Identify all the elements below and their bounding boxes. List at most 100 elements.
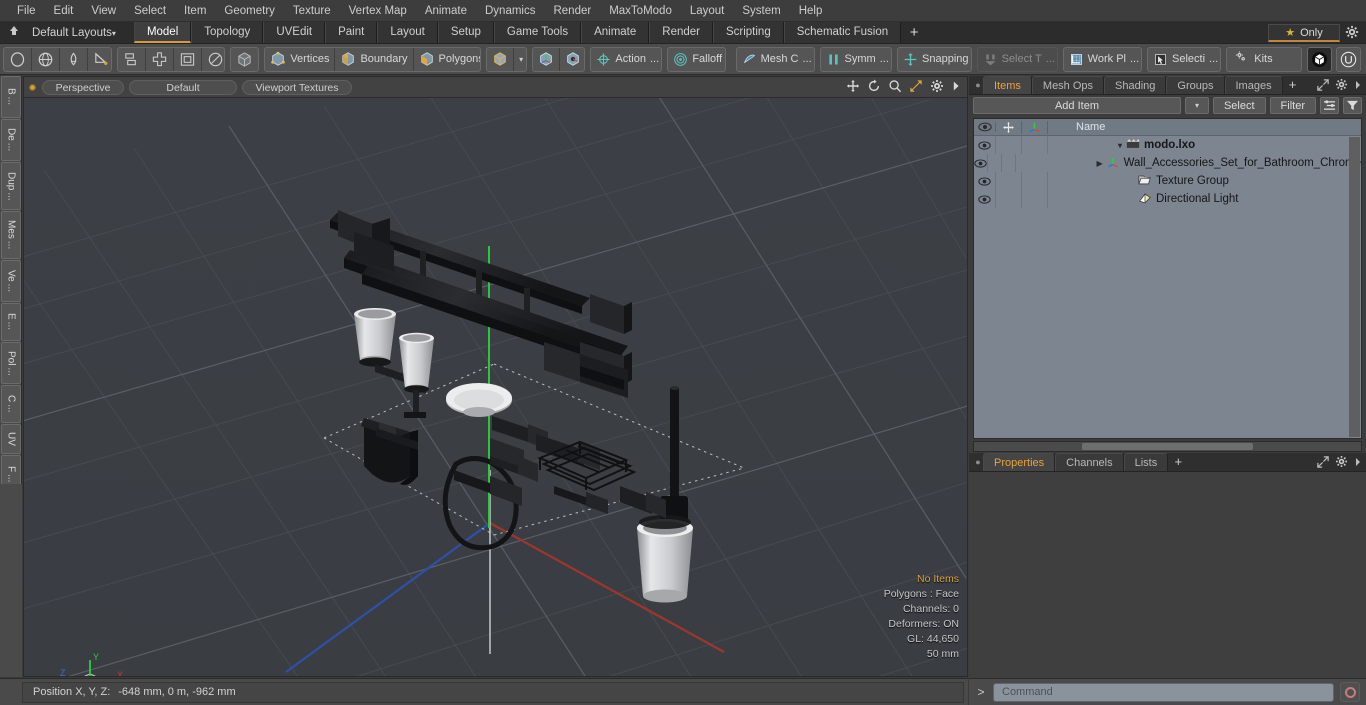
rotate-icon[interactable] xyxy=(867,79,881,93)
left-tab-mesh-edit[interactable]: Mes ... xyxy=(1,211,21,259)
row-transform-cell[interactable] xyxy=(996,190,1022,208)
menu-item-view[interactable]: View xyxy=(82,0,125,22)
work-plane-button[interactable]: Work Pl ... xyxy=(1064,48,1141,71)
left-tab-basic[interactable]: B ... xyxy=(1,76,21,118)
add-item-dropdown[interactable]: ▾ xyxy=(1184,97,1209,114)
viewport-3d-canvas[interactable]: Y X Z No Items Polygons : Face Channels:… xyxy=(24,98,967,676)
menu-item-system[interactable]: System xyxy=(733,0,789,22)
menu-item-layout[interactable]: Layout xyxy=(681,0,734,22)
selection-set-button[interactable]: Selecti ... xyxy=(1148,48,1220,71)
center-axis-icon[interactable] xyxy=(560,48,584,71)
tab-render[interactable]: Render xyxy=(649,22,713,43)
panel-grip-icon[interactable]: ● xyxy=(973,75,983,94)
left-tab-duplicate[interactable]: Dup ... xyxy=(1,162,21,210)
zoom-icon[interactable] xyxy=(888,79,902,93)
row-visibility-toggle[interactable] xyxy=(974,136,996,154)
tab-setup[interactable]: Setup xyxy=(437,22,494,43)
tab-uvedit[interactable]: UVEdit xyxy=(263,22,326,43)
row-transform-cell[interactable] xyxy=(996,136,1022,154)
row-transform-cell[interactable] xyxy=(996,172,1022,190)
mode-vertices-button[interactable]: Vertices xyxy=(265,47,336,71)
mode-boundary-button[interactable]: Boundary xyxy=(335,47,414,71)
menu-item-maxtomodo[interactable]: MaxToModo xyxy=(600,0,681,22)
action-center-button[interactable]: Action ... xyxy=(591,48,661,71)
table-row[interactable]: Directional Light xyxy=(974,190,1361,208)
add-item-button[interactable]: Add Item xyxy=(973,97,1181,114)
item-mode-dropdown[interactable]: ▾ xyxy=(514,48,526,71)
tab-images[interactable]: Images xyxy=(1224,76,1283,94)
row-axis-cell[interactable] xyxy=(1022,190,1048,208)
tab-scripting[interactable]: Scripting xyxy=(712,22,784,43)
table-row[interactable]: Texture Group xyxy=(974,172,1361,190)
circle-icon[interactable] xyxy=(4,47,32,71)
play-arrow-icon[interactable] xyxy=(951,79,961,93)
menu-item-animate[interactable]: Animate xyxy=(416,0,476,22)
layout-selector[interactable]: Default Layouts▾ xyxy=(24,27,124,39)
only-toggle-button[interactable]: ★ Only xyxy=(1268,24,1340,42)
home-icon[interactable] xyxy=(4,25,24,40)
cone-icon[interactable] xyxy=(60,47,88,71)
tree-item-mesh[interactable]: ▶ Wall_Accessories_Set_for_Bathroom_Chro… xyxy=(1016,156,1361,171)
panel-grip-icon[interactable]: ● xyxy=(973,452,983,471)
command-input[interactable]: Command xyxy=(993,682,1334,702)
tree-item-texture-group[interactable]: Texture Group xyxy=(1048,174,1361,189)
menu-item-help[interactable]: Help xyxy=(790,0,832,22)
symmetry-button[interactable]: Symm ... xyxy=(821,48,891,71)
snapping-button[interactable]: Snapping xyxy=(898,48,971,71)
list-options-icon[interactable] xyxy=(1320,97,1339,114)
tab-lists[interactable]: Lists xyxy=(1123,453,1169,471)
add-panel-tab-button[interactable]: + xyxy=(1283,76,1303,94)
tree-item-scene[interactable]: ▾ modo.lxo xyxy=(1048,138,1361,152)
tab-properties[interactable]: Properties xyxy=(983,453,1056,471)
chevron-right-icon[interactable] xyxy=(1354,456,1362,471)
menu-item-texture[interactable]: Texture xyxy=(284,0,340,22)
chevron-right-icon[interactable] xyxy=(1354,79,1362,94)
row-axis-cell[interactable] xyxy=(1022,136,1048,154)
symmetry-axis-icon[interactable] xyxy=(146,47,174,71)
tab-model[interactable]: Model xyxy=(133,22,192,43)
add-tab-button[interactable]: + xyxy=(901,22,927,43)
viewport-style-selector[interactable]: Default xyxy=(129,79,237,95)
unreal-logo-icon[interactable] xyxy=(1335,46,1361,72)
menu-item-geometry[interactable]: Geometry xyxy=(215,0,284,22)
tab-topology[interactable]: Topology xyxy=(191,22,264,43)
gear-icon[interactable] xyxy=(930,79,944,93)
tab-channels[interactable]: Channels xyxy=(1055,453,1124,471)
kits-button[interactable]: Kits xyxy=(1226,46,1302,72)
expand-icon[interactable] xyxy=(1317,455,1329,471)
gear-icon[interactable] xyxy=(1345,25,1361,41)
tab-layout[interactable]: Layout xyxy=(377,22,438,43)
select-button[interactable]: Select xyxy=(1212,97,1266,114)
menu-item-item[interactable]: Item xyxy=(175,0,215,22)
left-tab-deform[interactable]: De ... xyxy=(1,119,21,161)
component-mode-cube-button[interactable] xyxy=(230,46,260,72)
mesh-constraint-button[interactable]: Mesh C ... xyxy=(737,48,814,71)
expand-icon[interactable] xyxy=(1317,78,1329,94)
items-tree-vertical-scrollbar[interactable] xyxy=(1349,137,1360,437)
ellipse-icon[interactable] xyxy=(202,48,225,71)
tab-animate[interactable]: Animate xyxy=(581,22,650,43)
items-tree-horizontal-scrollbar[interactable] xyxy=(973,441,1362,452)
falloff-button[interactable]: Falloff xyxy=(668,48,724,71)
tab-paint[interactable]: Paint xyxy=(325,22,378,43)
left-tab-uv[interactable]: UV xyxy=(1,424,21,454)
bevel-icon[interactable] xyxy=(174,47,202,71)
row-axis-cell[interactable] xyxy=(1022,172,1048,190)
tab-shading[interactable]: Shading xyxy=(1104,76,1167,94)
record-icon[interactable] xyxy=(1340,682,1360,702)
tree-item-directional-light[interactable]: Directional Light xyxy=(1048,192,1361,207)
twirl-right-icon[interactable]: ▶ xyxy=(1096,159,1102,168)
filter-button[interactable]: Filter xyxy=(1269,97,1316,114)
viewport-shading-selector[interactable]: Viewport Textures xyxy=(242,79,352,95)
items-tree[interactable]: Name ▾ modo.lxo ▶ Wall_Accessories_Set_f… xyxy=(973,118,1362,439)
left-tab-polygon[interactable]: Pol ... xyxy=(1,342,21,384)
gear-icon[interactable] xyxy=(1335,455,1348,471)
center-pivot-icon[interactable] xyxy=(533,47,561,71)
scrollbar-thumb[interactable] xyxy=(1082,443,1253,450)
menu-item-dynamics[interactable]: Dynamics xyxy=(476,0,544,22)
modo-logo-icon[interactable] xyxy=(1306,46,1332,72)
tab-mesh-ops[interactable]: Mesh Ops xyxy=(1031,76,1105,94)
menu-item-edit[interactable]: Edit xyxy=(45,0,83,22)
tab-game-tools[interactable]: Game Tools xyxy=(493,22,582,43)
menu-item-render[interactable]: Render xyxy=(544,0,600,22)
